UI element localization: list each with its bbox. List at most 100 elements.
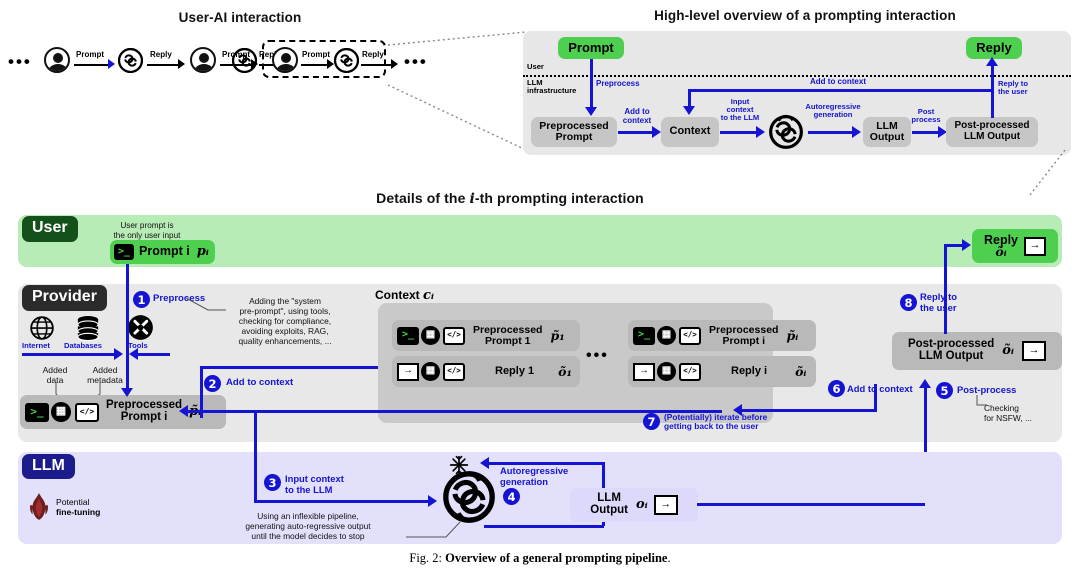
step-6-label: Add to context <box>847 383 913 394</box>
terminal-prompt-icon: >_ <box>633 326 655 345</box>
highlevel-prompt-box[interactable]: Prompt <box>558 37 624 59</box>
user-prompt-label: Prompt i <box>139 244 190 259</box>
zoom-connector-bottom <box>1029 150 1066 196</box>
panel-details-title: Details of the i-th prompting interactio… <box>200 190 820 207</box>
step8-arrowhead <box>962 239 971 251</box>
caption-prefix: Fig. 2: <box>409 551 446 565</box>
panel-user-ai-title: User-AI interaction <box>178 10 302 25</box>
context-item-reply-i[interactable]: → ▦ </> Reply i õᵢ <box>628 356 816 387</box>
llm-out-symbol: oᵢ <box>635 496 648 512</box>
chain-ellipsis-left: ••• <box>8 52 32 71</box>
highlevel-feedback-line-h <box>688 89 991 92</box>
lane-tag-llm: LLM <box>22 454 75 479</box>
box-line-2: Output <box>869 131 905 143</box>
context-item-reply-1[interactable]: → ▦ </> Reply 1 õ₁ <box>392 356 580 387</box>
step8-line-v <box>944 246 947 334</box>
step7-arrowhead <box>179 405 188 417</box>
highlevel-arrow-autoregressive <box>808 131 854 134</box>
preprocess-note: Adding the "system pre-prompt", using to… <box>215 296 355 347</box>
potential-finetuning-label: Potential fine-tuning <box>56 497 100 517</box>
highlevel-preprocess-line <box>590 59 593 109</box>
step4-arrowhead-top <box>480 457 489 469</box>
context-item-preprocessed-prompt-1[interactable]: >_ ▦ </> Preprocessed Prompt 1 p̃₁ <box>392 320 580 351</box>
step-8-label: Reply to the user <box>920 291 957 313</box>
post-processed-output-box[interactable]: Post-processed LLM Output õᵢ → <box>892 332 1062 370</box>
step3-arrowhead <box>428 495 437 507</box>
lbl-l3: to the LLM <box>720 113 760 123</box>
highlevel-box-post-processed[interactable]: Post-processed LLM Output <box>946 117 1038 147</box>
chain-arrow-1 <box>74 64 110 66</box>
step-5-bullet: 5 <box>936 382 953 399</box>
openai-logo-icon <box>766 112 806 152</box>
terminal-prompt-icon: >_ <box>25 402 49 422</box>
export-arrow-icon: → <box>653 495 678 515</box>
highlevel-reply-box[interactable]: Reply <box>966 37 1022 59</box>
lane-tag-provider: Provider <box>22 285 107 311</box>
step-4-bullet: 4 <box>503 488 520 505</box>
lbl-l2: the user <box>998 87 1028 97</box>
highlevel-autoregressive-label: Autoregressive generation <box>804 102 862 119</box>
chain-edge-label-1: Prompt <box>76 50 104 59</box>
step6-arrowhead <box>733 404 742 416</box>
user-llm-divider <box>523 75 1071 77</box>
chain-arrowhead-1 <box>108 59 115 69</box>
database-icon <box>73 314 107 342</box>
context-title-symbol: cᵢ <box>423 288 435 303</box>
step5-arrowhead <box>919 379 931 388</box>
tools-arrowhead-left <box>129 348 138 360</box>
user-prompt-box[interactable]: >_ Prompt i pᵢ <box>110 240 215 264</box>
lbl-l2: generation <box>500 475 548 487</box>
highlevel-postprocess-label: Post process <box>910 107 942 125</box>
step3-line-h <box>254 500 432 503</box>
document-icon: ▦ <box>51 402 71 422</box>
code-metadata-icon: </> <box>679 362 701 381</box>
title-part-1: Details of the <box>376 190 470 206</box>
step-7-bullet: 7 <box>643 413 660 430</box>
caption-bold: Overview of a general prompting pipeline <box>445 551 668 565</box>
highlevel-add-to-context-label-1: Add to context <box>618 107 656 126</box>
preprocessed-box-l2: Prompt i <box>120 411 168 423</box>
chain-arrowhead-2 <box>178 59 185 69</box>
lane-tag-user: User <box>22 216 78 242</box>
user-reply-box[interactable]: Reply õᵢ → <box>972 229 1058 263</box>
panel-highlevel-title: High-level overview of a prompting inter… <box>654 8 956 23</box>
note-l2: the only user input <box>113 230 181 240</box>
ctx-item-symbol: õ₁ <box>558 363 572 379</box>
ctx-item-l1: Reply i <box>731 364 768 377</box>
context-title-text: Context <box>375 288 420 302</box>
highlevel-arrow-add-ctx-1 <box>618 131 654 134</box>
highlevel-box-preprocessed-prompt[interactable]: Preprocessed Prompt <box>531 117 617 147</box>
highlevel-box-llm-output[interactable]: LLM Output <box>863 117 911 147</box>
highlevel-arrow-postprocess <box>912 131 940 134</box>
highlevel-reply-line <box>991 62 994 118</box>
highlevel-lane-user-label: User <box>527 62 544 71</box>
code-metadata-icon: </> <box>443 362 465 381</box>
step1-line <box>126 264 129 392</box>
export-arrow-icon: → <box>633 362 655 381</box>
llm-output-box[interactable]: LLM Output oᵢ → <box>570 488 698 522</box>
context-item-preprocessed-prompt-i[interactable]: >_ ▦ </> Preprocessed Prompt i p̃ᵢ <box>628 320 816 351</box>
postprocess-note-leader <box>976 395 987 406</box>
code-metadata-icon: </> <box>75 402 99 422</box>
ctx-item-l2: Prompt i <box>722 334 766 347</box>
terminal-prompt-icon: >_ <box>114 244 134 260</box>
highlevel-arrowhead-autoregressive <box>852 126 861 138</box>
sources-arrow-right <box>22 353 116 356</box>
export-arrow-icon: → <box>1022 341 1047 361</box>
highlevel-box-context[interactable]: Context <box>661 117 719 147</box>
figure-caption: Fig. 2: Overview of a general prompting … <box>0 551 1080 566</box>
highlevel-arrowhead-add-ctx-1 <box>652 126 661 138</box>
fire-finetune-icon <box>26 492 52 522</box>
lbl-l2: the user <box>920 301 957 313</box>
source-label-databases: Databases <box>64 341 102 350</box>
ctx-item-l1: Preprocessed <box>709 323 779 336</box>
step6-line-h <box>740 409 877 412</box>
ctx-item-symbol: p̃ᵢ <box>786 327 799 343</box>
llm-output-to-postprocess-line <box>697 503 925 506</box>
highlevel-input-context-label: Input context to the LLM <box>718 97 762 123</box>
llm-pipeline-note: Using an inflexible pipeline, generating… <box>208 511 408 542</box>
openai-logo-icon <box>117 47 144 74</box>
highlevel-preprocess-label: Preprocess <box>596 79 640 88</box>
step8-line-h <box>944 244 964 247</box>
lbl-l2: process <box>911 115 941 125</box>
